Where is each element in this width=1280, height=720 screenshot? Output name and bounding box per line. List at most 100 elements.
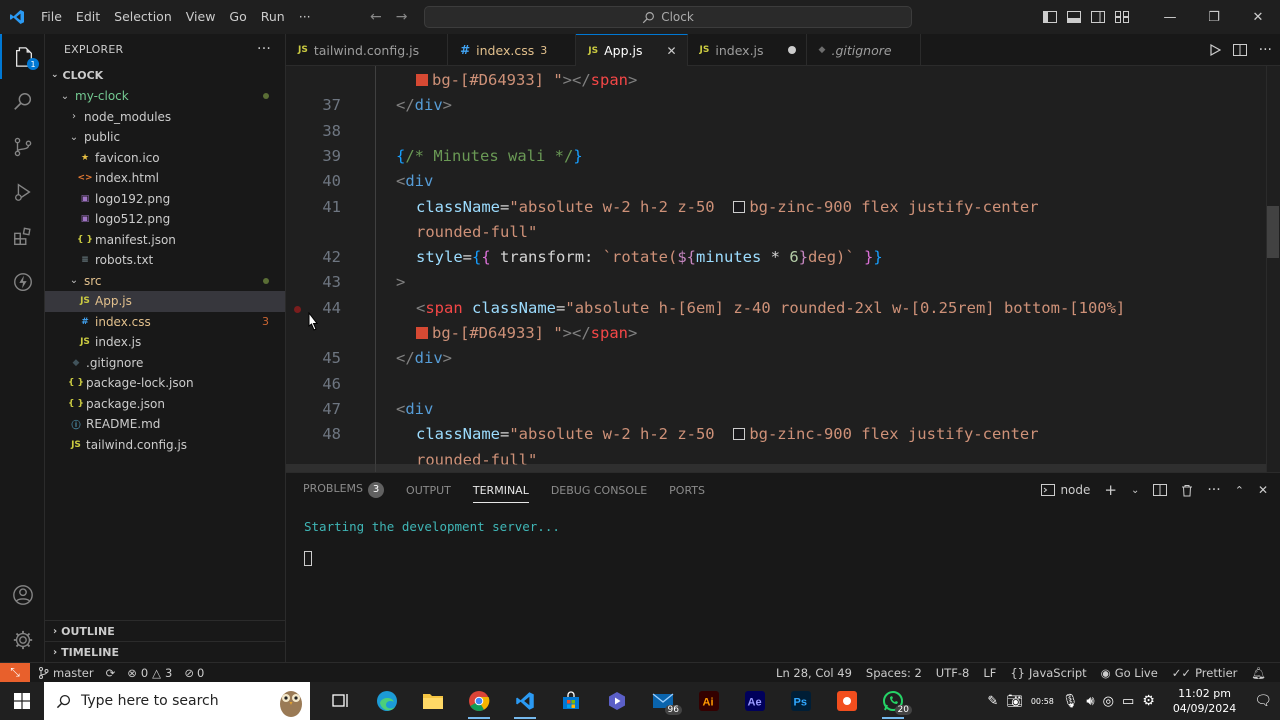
run-debug-activity[interactable] <box>0 169 45 214</box>
notifications-bell-icon[interactable]: 🔔︎ <box>1251 666 1266 680</box>
taskbar-search-box[interactable]: Type here to search <box>44 682 310 720</box>
file-explorer-icon[interactable] <box>410 682 456 720</box>
close-panel-icon[interactable]: ✕ <box>1258 483 1268 497</box>
tree-item-index-css[interactable]: # index.css 3 <box>45 312 285 333</box>
code-line[interactable]: 45 </div> <box>286 346 1266 371</box>
tree-item-app-js[interactable]: JS App.js <box>45 291 285 312</box>
chevron-down-icon[interactable]: ⌄ <box>1131 485 1139 496</box>
mail-icon[interactable]: 96 <box>640 682 686 720</box>
tree-item-package-json[interactable]: { } package.json <box>45 394 285 415</box>
whatsapp-icon[interactable]: 20 <box>870 682 916 720</box>
tree-item-index-js[interactable]: JS index.js <box>45 332 285 353</box>
terminal-selector[interactable]: node <box>1041 483 1090 497</box>
new-terminal-icon[interactable]: + <box>1104 481 1117 499</box>
more-actions-icon[interactable]: ··· <box>1259 42 1272 58</box>
code-line[interactable]: 40 <div <box>286 169 1266 194</box>
unsaved-dot-icon[interactable] <box>787 46 796 54</box>
code-line[interactable]: 44 <span className="absolute h-[6em] z-40… <box>286 296 1266 321</box>
forward-arrow-icon[interactable]: → <box>396 9 408 25</box>
outline-section[interactable]: › OUTLINE <box>45 620 285 641</box>
search-activity[interactable] <box>0 79 45 124</box>
menu-go[interactable]: Go <box>222 0 253 34</box>
code-line[interactable]: 43 > <box>286 270 1266 295</box>
menu-more[interactable]: ··· <box>292 0 318 34</box>
tree-item-favicon-ico[interactable]: ★ favicon.ico <box>45 148 285 169</box>
timeline-section[interactable]: › TIMELINE <box>45 641 285 662</box>
menu-run[interactable]: Run <box>254 0 292 34</box>
sync-icon[interactable]: ⟳ <box>106 666 116 680</box>
tab-problems[interactable]: PROBLEMS 3 <box>303 482 385 498</box>
chrome-browser-icon[interactable] <box>456 682 502 720</box>
split-editor-icon[interactable] <box>1232 44 1247 56</box>
tree-item-node-modules[interactable]: › node_modules <box>45 107 285 128</box>
close-tab-icon[interactable]: ✕ <box>666 44 676 58</box>
tree-item--gitignore[interactable]: ◆ .gitignore <box>45 353 285 374</box>
explorer-activity[interactable]: 1 <box>0 34 45 79</box>
remote-indicator-icon[interactable]: ⤡ <box>0 662 30 683</box>
accounts-activity[interactable] <box>0 572 45 617</box>
windows-start-icon[interactable] <box>0 682 44 720</box>
tab-ports[interactable]: PORTS <box>669 484 705 497</box>
photoshop-icon[interactable]: Ps <box>778 682 824 720</box>
cursor-position[interactable]: Ln 28, Col 49 <box>776 666 852 680</box>
code-line[interactable]: bg-[#D64933] "></span> <box>286 321 1266 346</box>
tab-output[interactable]: OUTPUT <box>406 484 451 497</box>
toggle-sidebar-icon[interactable] <box>1038 0 1062 34</box>
minimize-button[interactable]: — <box>1148 0 1192 34</box>
microsoft-store-icon[interactable] <box>548 682 594 720</box>
window-icon[interactable]: ▭ <box>1122 694 1134 709</box>
source-control-activity[interactable] <box>0 124 45 169</box>
manage-activity[interactable] <box>0 617 45 662</box>
end-of-line[interactable]: LF <box>983 666 996 680</box>
tree-item-src[interactable]: ⌄ src <box>45 271 285 292</box>
code-line[interactable]: 41 className="absolute w-2 h-2 z-50 bg-zi… <box>286 195 1266 220</box>
prettier-status[interactable]: ✓✓ Prettier <box>1172 666 1238 680</box>
tab-index-js[interactable]: JS index.js <box>688 34 807 66</box>
tree-item-robots-txt[interactable]: ≡ robots.txt <box>45 250 285 271</box>
problems-status[interactable]: ⊗ 0 △ 3 <box>127 666 172 680</box>
back-arrow-icon[interactable]: ← <box>370 9 382 25</box>
tree-item-manifest-json[interactable]: { } manifest.json <box>45 230 285 251</box>
horizontal-scrollbar[interactable] <box>286 464 1266 472</box>
ports-status[interactable]: ⊘ 0 <box>184 666 204 680</box>
after-effects-icon[interactable]: Ae <box>732 682 778 720</box>
camera-icon[interactable]: 📷︎ <box>1006 694 1023 709</box>
tree-item-readme-md[interactable]: ⓘ README.md <box>45 414 285 435</box>
maximize-panel-icon[interactable]: ⌃ <box>1235 484 1244 497</box>
more-actions-icon[interactable]: ··· <box>1207 482 1220 498</box>
task-view-icon[interactable] <box>318 682 364 720</box>
tab--gitignore[interactable]: ◆ .gitignore <box>807 34 921 66</box>
code-line[interactable]: 37 </div> <box>286 93 1266 118</box>
tree-item-my-clock[interactable]: ⌄ my-clock <box>45 86 285 107</box>
edge-browser-icon[interactable] <box>364 682 410 720</box>
menu-edit[interactable]: Edit <box>69 0 107 34</box>
more-actions-icon[interactable]: ··· <box>257 41 271 57</box>
indentation[interactable]: Spaces: 2 <box>866 666 922 680</box>
volume-icon[interactable]: 🔊︎ <box>1086 694 1094 709</box>
figma-icon[interactable] <box>824 682 870 720</box>
go-live-button[interactable]: ◉ Go Live <box>1101 666 1158 680</box>
code-line[interactable]: rounded-full" <box>286 220 1266 245</box>
code-editor[interactable]: bg-[#D64933] "></span> 37 </div> 38 39 {/* Mi… <box>286 66 1280 472</box>
tree-item-tailwind-config-js[interactable]: JS tailwind.config.js <box>45 435 285 456</box>
split-terminal-icon[interactable] <box>1153 484 1168 496</box>
code-line[interactable]: 38 <box>286 119 1266 144</box>
vscode-taskbar-icon[interactable] <box>502 682 548 720</box>
tree-item-index-html[interactable]: <> index.html <box>45 168 285 189</box>
tab-index-css[interactable]: # index.css 3 <box>448 34 577 66</box>
encoding[interactable]: UTF-8 <box>936 666 970 680</box>
code-line[interactable]: 39 {/* Minutes wali */} <box>286 144 1266 169</box>
media-app-icon[interactable] <box>594 682 640 720</box>
remote-activity[interactable] <box>0 259 45 304</box>
tree-item-package-lock-json[interactable]: { } package-lock.json <box>45 373 285 394</box>
pen-icon[interactable]: ✎ <box>987 694 998 709</box>
menu-selection[interactable]: Selection <box>107 0 179 34</box>
workspace-section[interactable]: ⌄ CLOCK <box>45 64 285 86</box>
microphone-icon[interactable]: 🎙︎ <box>1062 694 1079 709</box>
command-center-search[interactable]: Clock <box>424 6 912 28</box>
tree-item-logo512-png[interactable]: ▣ logo512.png <box>45 209 285 230</box>
code-line[interactable]: bg-[#D64933] "></span> <box>286 68 1266 93</box>
close-window-button[interactable]: ✕ <box>1236 0 1280 34</box>
tab-debug-console[interactable]: DEBUG CONSOLE <box>551 484 647 497</box>
breakpoint-hint[interactable] <box>294 306 301 313</box>
